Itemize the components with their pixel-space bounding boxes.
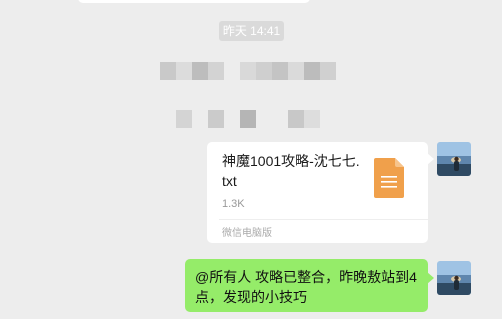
avatar[interactable] (437, 261, 471, 295)
message-text: @所有人 攻略已整合，昨晚敖站到4点，发现的小技巧 (195, 269, 417, 305)
file-card-divider (219, 219, 428, 220)
chat-message-list[interactable]: 昨天 14:41 神魔1001攻略-沈七七.txt 1.3K 微信电脑版 @所有… (0, 0, 502, 319)
file-name: 神魔1001攻略-沈七七.txt (222, 153, 360, 189)
avatar[interactable] (437, 142, 471, 176)
previous-message-bubble-edge[interactable] (78, 0, 310, 3)
bubble-tail (427, 153, 434, 165)
chat-timestamp: 昨天 14:41 (219, 21, 284, 41)
text-message-bubble[interactable]: @所有人 攻略已整合，昨晚敖站到4点，发现的小技巧 (185, 259, 434, 312)
bubble-tail (427, 272, 434, 284)
censored-system-notice-line-2 (0, 110, 502, 128)
censored-system-notice-line-1 (0, 62, 502, 80)
file-source-label: 微信电脑版 (222, 228, 272, 239)
file-size: 1.3K (222, 198, 245, 210)
file-message-bubble[interactable]: 神魔1001攻略-沈七七.txt 1.3K 微信电脑版 (207, 142, 434, 243)
txt-document-icon (374, 158, 404, 198)
